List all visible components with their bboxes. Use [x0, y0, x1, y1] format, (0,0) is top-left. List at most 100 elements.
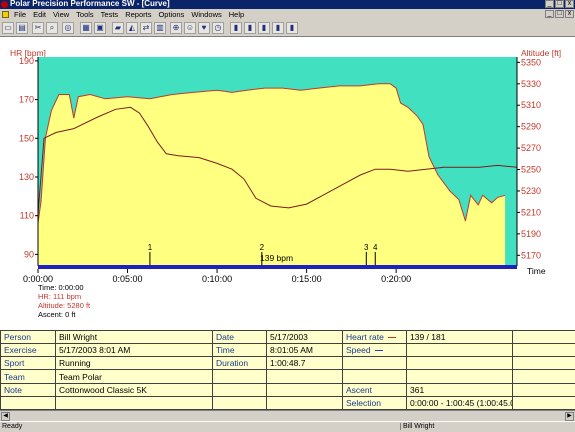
- menu-tests[interactable]: Tests: [101, 10, 119, 19]
- bar-chart-3-icon[interactable]: ▮: [258, 22, 270, 34]
- info-cell[interactable]: Team: [0, 369, 56, 384]
- user-icon[interactable]: ☺: [184, 22, 196, 34]
- info-row: Selection 0:00:00 - 1:00:45 (1:00:45.0): [0, 395, 575, 411]
- document-close-button[interactable]: x: [565, 10, 574, 18]
- left-tick-label: 170: [19, 95, 34, 105]
- info-cell[interactable]: [212, 382, 267, 397]
- info-cell[interactable]: [406, 369, 513, 384]
- right-tick-label: 5270: [521, 143, 541, 153]
- lap-label: 1: [148, 243, 153, 252]
- timeline-bar: [38, 265, 517, 269]
- table-icon[interactable]: ▥: [154, 22, 166, 34]
- document-controls: _ □ x: [545, 10, 574, 18]
- info-cell[interactable]: [212, 395, 267, 411]
- lap-label: 4: [373, 243, 378, 252]
- speed-swatch: [374, 350, 383, 352]
- info-cell[interactable]: Team Polar: [55, 369, 213, 384]
- info-cell[interactable]: Sport: [0, 356, 56, 371]
- menu-help[interactable]: Help: [229, 10, 244, 19]
- info-cell[interactable]: 5/17/2003 8:01 AM: [55, 343, 213, 358]
- folder-icon[interactable]: ▰: [112, 22, 124, 34]
- info-cell[interactable]: 361: [406, 382, 513, 397]
- info-cell[interactable]: [512, 395, 575, 411]
- stopwatch-icon[interactable]: ◷: [212, 22, 224, 34]
- info-cell[interactable]: [266, 382, 343, 397]
- info-cell[interactable]: Duration: [212, 356, 267, 371]
- menu-windows[interactable]: Windows: [191, 10, 221, 19]
- menu-options[interactable]: Options: [158, 10, 184, 19]
- info-row: Team Team Polar: [0, 369, 575, 384]
- save-icon[interactable]: ▤: [16, 22, 28, 34]
- heart-icon[interactable]: ♥: [198, 22, 210, 34]
- maximize-button[interactable]: □: [555, 0, 564, 8]
- cursor-ascent: Ascent: 0 ft: [38, 310, 76, 319]
- globe-icon[interactable]: ◎: [62, 22, 74, 34]
- info-cell[interactable]: [55, 395, 213, 411]
- info-cell[interactable]: [266, 395, 343, 411]
- info-cell[interactable]: 0:00:00 - 1:00:45 (1:00:45.0): [406, 395, 513, 411]
- info-cell[interactable]: 1:00:48.7: [266, 356, 343, 371]
- menu-edit[interactable]: Edit: [33, 10, 46, 19]
- info-cell[interactable]: Heart rate: [342, 329, 407, 345]
- x-tick-label: 0:05:00: [113, 274, 143, 284]
- scroll-right-icon[interactable]: ▶: [565, 412, 574, 421]
- bar-chart-5-icon[interactable]: ▮: [286, 22, 298, 34]
- bar-chart-2-icon[interactable]: ▮: [244, 22, 256, 34]
- info-row: Note Cottonwood Classic 5K Ascent 361: [0, 382, 575, 397]
- menu-tools[interactable]: Tools: [76, 10, 94, 19]
- menu-file[interactable]: File: [14, 10, 26, 19]
- menu-reports[interactable]: Reports: [125, 10, 151, 19]
- info-cell[interactable]: Speed: [342, 343, 407, 358]
- info-cell[interactable]: Time: [212, 343, 267, 358]
- zoom-icon[interactable]: ⊕: [170, 22, 182, 34]
- info-cell[interactable]: Person: [0, 329, 56, 345]
- menu-view[interactable]: View: [53, 10, 69, 19]
- info-cell[interactable]: 5/17/2003: [266, 329, 343, 345]
- chart-icon[interactable]: ◭: [126, 22, 138, 34]
- info-cell[interactable]: Running: [55, 356, 213, 371]
- info-cell[interactable]: [212, 369, 267, 384]
- x-tick-label: 0:20:00: [381, 274, 411, 284]
- info-cell[interactable]: [512, 329, 575, 345]
- x-tick-label: 0:15:00: [292, 274, 322, 284]
- grid-icon[interactable]: ▦: [80, 22, 92, 34]
- right-tick-label: 5250: [521, 165, 541, 175]
- info-cell[interactable]: [266, 369, 343, 384]
- info-cell[interactable]: [0, 395, 56, 411]
- bar-chart-4-icon[interactable]: ▮: [272, 22, 284, 34]
- info-cell[interactable]: Bill Wright: [55, 329, 213, 345]
- toolbar: ▭ ▤ ✂ ⌕ ◎ ▦ ▣ ▰ ◭ ⇄ ▥ ⊕ ☺ ♥ ◷ ▮ ▮ ▮ ▮ ▮: [0, 20, 575, 37]
- minimize-button[interactable]: _: [545, 0, 554, 8]
- scroll-left-icon[interactable]: ◀: [1, 412, 10, 421]
- document-minimize-button[interactable]: _: [545, 10, 554, 18]
- open-icon[interactable]: ▭: [2, 22, 14, 34]
- lap-label: 2: [260, 243, 265, 252]
- info-cell[interactable]: [512, 356, 575, 371]
- info-cell[interactable]: [512, 343, 575, 358]
- info-cell[interactable]: 139 / 181: [406, 329, 513, 345]
- compare-icon[interactable]: ⇄: [140, 22, 152, 34]
- info-cell[interactable]: Exercise: [0, 343, 56, 358]
- close-button[interactable]: x: [565, 0, 574, 8]
- info-cell[interactable]: [342, 356, 407, 371]
- info-cell[interactable]: Ascent: [342, 382, 407, 397]
- document-maximize-button[interactable]: □: [555, 10, 564, 18]
- info-cell[interactable]: Cottonwood Classic 5K: [55, 382, 213, 397]
- hr-marker-label: 139 bpm: [260, 253, 294, 263]
- scissors-icon[interactable]: ✂: [32, 22, 44, 34]
- window-controls: _ □ x: [545, 0, 574, 8]
- info-cell[interactable]: [512, 382, 575, 397]
- info-cell[interactable]: 8:01:05 AM: [266, 343, 343, 358]
- search-icon[interactable]: ⌕: [46, 22, 58, 34]
- info-cell[interactable]: Date: [212, 329, 267, 345]
- info-cell[interactable]: [406, 356, 513, 371]
- right-tick-label: 5210: [521, 207, 541, 217]
- horizontal-scrollbar[interactable]: ◀ ▶: [0, 410, 575, 421]
- info-cell[interactable]: [512, 369, 575, 384]
- info-cell[interactable]: Selection: [342, 395, 407, 411]
- info-cell[interactable]: Note: [0, 382, 56, 397]
- info-cell[interactable]: [406, 343, 513, 358]
- info-cell[interactable]: [342, 369, 407, 384]
- calendar-icon[interactable]: ▣: [94, 22, 106, 34]
- bar-chart-icon[interactable]: ▮: [230, 22, 242, 34]
